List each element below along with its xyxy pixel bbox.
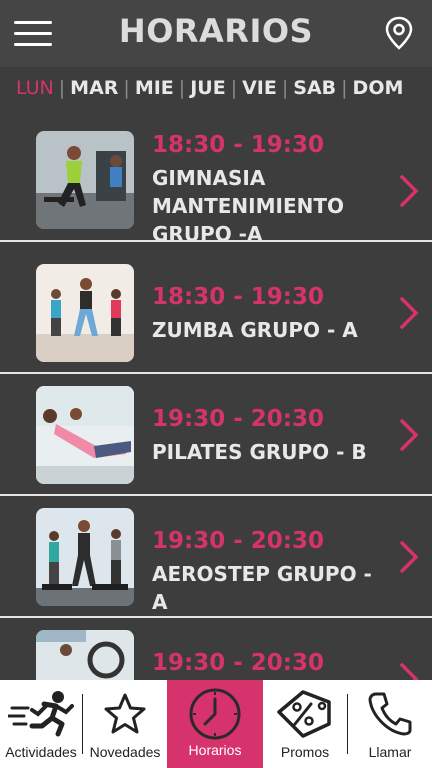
class-name: AEROSTEP GRUPO - A [152, 562, 372, 614]
class-photo-zumba [36, 264, 134, 362]
running-icon [8, 691, 74, 737]
class-photo-aerostep [36, 508, 134, 606]
tab-label: Novedades [89, 744, 161, 760]
day-tab-lun[interactable]: LUN [16, 77, 54, 99]
class-name: PILATES GRUPO - B [152, 440, 367, 464]
class-row-pilates[interactable]: 19:30 - 20:30 PILATES GRUPO - B [0, 376, 432, 496]
chevron-right-icon [400, 175, 419, 207]
class-time: 19:30 - 20:30 [152, 406, 324, 432]
bottom-tab-bar: Actividades Novedades Horarios Promos Ll… [0, 680, 432, 768]
class-time: 18:30 - 19:30 [152, 132, 324, 158]
clock-icon [189, 688, 241, 740]
phone-icon [368, 692, 412, 736]
class-row-aerostep[interactable]: 19:30 - 20:30 AEROSTEP GRUPO - A [0, 498, 432, 618]
chevron-right-icon [400, 419, 419, 451]
class-time: 18:30 - 19:30 [152, 284, 324, 310]
class-list: 18:30 - 19:30 GIMNASIA MANTENIMIENTO GRU… [0, 110, 432, 680]
page-title: HORARIOS [118, 12, 314, 50]
chevron-right-icon [400, 541, 419, 573]
class-time: 19:30 - 20:30 [152, 528, 324, 554]
class-photo-gimnasia [36, 131, 134, 229]
day-selector: LUN | MAR | MIE | JUE | VIE | SAB | DOM [0, 67, 432, 109]
location-pin-icon[interactable] [384, 16, 414, 50]
day-separator: | [230, 77, 238, 99]
tab-horarios[interactable]: Horarios [167, 680, 263, 768]
day-tab-sab[interactable]: SAB [293, 77, 336, 99]
class-row-zumba[interactable]: 18:30 - 19:30 ZUMBA GRUPO - A [0, 254, 432, 374]
tab-novedades[interactable]: Novedades [83, 680, 167, 768]
day-separator: | [281, 77, 289, 99]
tab-label: Horarios [188, 742, 242, 758]
app-header: HORARIOS [0, 0, 432, 67]
chevron-right-icon [400, 297, 419, 329]
day-separator: | [58, 77, 66, 99]
day-tab-jue[interactable]: JUE [190, 77, 225, 99]
class-row-gimnasia[interactable]: 18:30 - 19:30 GIMNASIA MANTENIMIENTO GRU… [0, 122, 432, 246]
tab-label: Promos [280, 744, 330, 760]
day-separator: | [178, 77, 186, 99]
day-separator: | [123, 77, 130, 99]
day-tab-vie[interactable]: VIE [242, 77, 277, 99]
tab-actividades[interactable]: Actividades [0, 680, 82, 768]
tab-llamar[interactable]: Llamar [348, 680, 432, 768]
class-photo-spinning [36, 630, 134, 680]
chevron-right-icon [400, 663, 419, 680]
day-tab-dom[interactable]: DOM [353, 77, 404, 99]
class-name: GIMNASIA MANTENIMIENTO GRUPO -A [152, 166, 344, 246]
star-icon [104, 693, 146, 734]
day-tab-mar[interactable]: MAR [70, 77, 118, 99]
class-row-partial[interactable]: 19:30 - 20:30 [0, 620, 432, 680]
class-name: ZUMBA GRUPO - A [152, 318, 358, 342]
tab-promos[interactable]: Promos [263, 680, 347, 768]
day-tab-mie[interactable]: MIE [135, 77, 174, 99]
tab-label: Llamar [368, 744, 412, 760]
day-separator: | [341, 77, 348, 99]
class-photo-pilates [36, 386, 134, 484]
tab-label: Actividades [5, 744, 77, 760]
percent-tag-icon [277, 690, 331, 738]
class-time: 19:30 - 20:30 [152, 650, 324, 676]
